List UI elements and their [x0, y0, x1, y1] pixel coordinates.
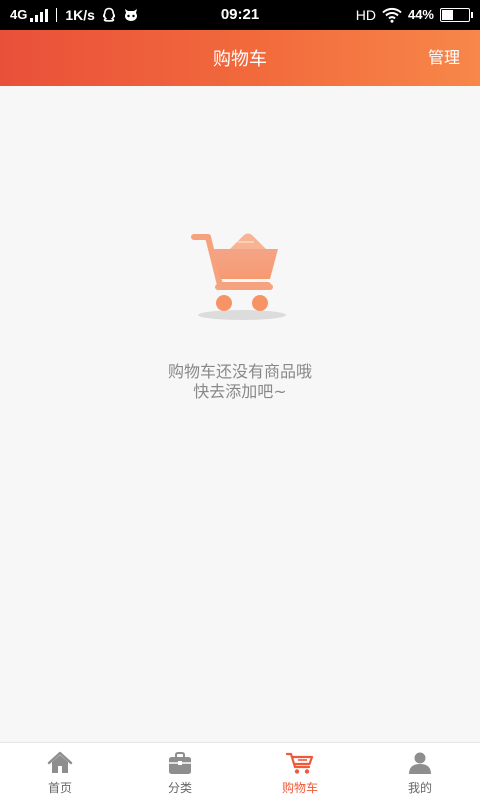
tab-home[interactable]: 首页: [0, 743, 120, 800]
cart-icon: [286, 749, 314, 777]
tab-label: 首页: [47, 781, 72, 795]
status-bar: 4G 1K/s 09:21 HD 44%: [0, 0, 480, 30]
tab-label: 购物车: [281, 781, 318, 795]
empty-cart-state: 购物车还没有商品哦 快去添加吧~: [0, 86, 480, 742]
hd-indicator: HD: [355, 7, 376, 23]
app-header: 购物车 管理: [0, 30, 480, 86]
manage-button[interactable]: 管理: [428, 30, 460, 86]
status-divider: [56, 8, 58, 22]
shopping-cart-icon: [190, 229, 290, 325]
tab-category[interactable]: 分类: [120, 743, 240, 800]
network-type: 4G: [10, 7, 28, 22]
battery-icon: [440, 8, 473, 22]
battery-percent: 44%: [407, 7, 434, 22]
app-notification-icon: [123, 7, 139, 23]
qq-icon: [101, 7, 117, 23]
empty-message: 购物车还没有商品哦: [167, 362, 312, 381]
tab-label: 分类: [167, 781, 192, 795]
network-speed: 1K/s: [65, 7, 95, 23]
tab-cart[interactable]: 购物车: [240, 743, 360, 800]
bag-icon: [167, 749, 193, 777]
empty-hint: 快去添加吧~: [193, 382, 287, 401]
user-icon: [407, 749, 433, 777]
tab-label: 我的: [407, 781, 432, 795]
signal-icon: [30, 8, 49, 22]
home-icon: [47, 749, 73, 777]
bottom-tab-bar: 首页 分类 购物车 我的: [0, 742, 480, 800]
tab-mine[interactable]: 我的: [360, 743, 480, 800]
wifi-icon: [382, 7, 402, 23]
page-title: 购物车: [213, 49, 267, 70]
